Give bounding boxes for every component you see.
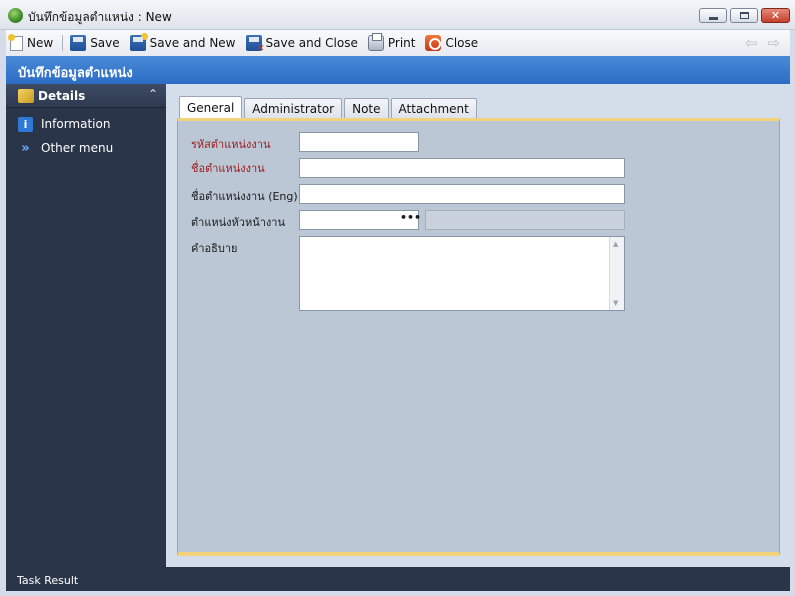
new-document-icon [8,33,23,51]
tab-administrator[interactable]: Administrator [244,98,343,119]
print-button[interactable]: Print [364,32,420,54]
new-button[interactable]: New [6,32,57,54]
page-header: บันทึกข้อมูลตำแหน่ง [6,56,790,84]
tab-general[interactable]: General [179,96,243,119]
window-title: บันทึกข้อมูลตำแหน่ง : New [28,10,172,24]
tab-note[interactable]: Note [344,98,389,119]
task-result-label[interactable]: Task Result [17,574,78,587]
position-name-eng-label: ชื่อตำแหน่งงาน (Eng) [191,190,298,203]
sidebar-section-label: Details [38,88,86,103]
close-button[interactable]: Close [421,32,482,54]
window-close-button[interactable]: ✕ [761,8,790,23]
position-code-label: รหัสตำแหน่งงาน [191,138,271,151]
minimize-button[interactable] [699,8,727,23]
tab-attachment[interactable]: Attachment [390,98,477,119]
save-and-new-button[interactable]: Save and New [126,32,240,54]
scroll-up-icon[interactable]: ▲ [613,240,618,248]
power-close-icon [425,35,442,51]
toolbar: New Save Save and New Save and Close Pri… [6,30,790,56]
record-navigation: ⇦ ⇨ [745,34,780,52]
minimize-icon [708,16,718,20]
save-and-close-button[interactable]: Save and Close [242,32,362,54]
arrow-left-icon[interactable]: ⇦ [745,34,758,52]
new-button-label: New [27,36,54,50]
tab-strip: General Administrator Note Attachment [179,96,479,119]
close-label: Close [445,36,479,50]
print-label: Print [387,36,416,50]
head-position-label: ตำแหน่งหัวหน้างาน [191,216,285,229]
save-new-icon [129,33,148,51]
sidebar: Details ⌃ i Information » Other menu [6,84,166,567]
general-panel: รหัสตำแหน่งงาน ชื่อตำแหน่งงาน ชื่อตำแหน่… [177,118,780,556]
toolbar-separator [62,35,64,51]
sidebar-section-details[interactable]: Details ⌃ [6,84,166,108]
save-and-new-label: Save and New [149,36,236,50]
lookup-ellipsis-button[interactable]: ••• [400,212,421,227]
sidebar-item-label: Information [41,117,111,131]
main-content: General Administrator Note Attachment รห… [166,84,790,567]
sidebar-item-other-menu[interactable]: » Other menu [6,136,166,160]
window-right-border [790,30,795,591]
save-and-close-label: Save and Close [265,36,358,50]
sidebar-item-label: Other menu [41,141,114,155]
status-bar: Task Result [6,567,790,591]
head-position-input[interactable]: ••• [299,210,421,230]
chevrons-down-icon: » [21,140,30,156]
chevrons-up-icon[interactable]: ⌃ [148,87,158,101]
sidebar-item-information[interactable]: i Information [6,112,166,136]
info-icon: i [18,116,33,132]
globe-recycle-icon [8,8,23,23]
save-button[interactable]: Save [66,32,123,54]
maximize-button[interactable] [730,8,758,23]
close-x-icon: ✕ [770,9,781,22]
position-name-input[interactable] [299,158,625,178]
description-textarea[interactable]: ▲ ▼ [299,236,625,311]
save-close-icon [245,35,264,54]
scroll-down-icon[interactable]: ▼ [613,299,618,307]
description-label: คำอธิบาย [191,242,238,255]
window-titlebar: บันทึกข้อมูลตำแหน่ง : New ✕ [0,0,795,30]
description-scrollbar[interactable]: ▲ ▼ [609,237,624,310]
head-position-description [425,210,625,230]
arrow-right-icon[interactable]: ⇨ [767,34,780,52]
maximize-icon [739,12,749,19]
position-code-input[interactable] [299,132,419,152]
window-bottom-border [0,591,795,596]
printer-icon [367,33,384,51]
notepad-icon [18,88,34,103]
position-name-label: ชื่อตำแหน่งงาน [191,162,265,175]
save-icon [70,35,87,51]
save-button-label: Save [90,36,120,50]
page-title: บันทึกข้อมูลตำแหน่ง [18,66,133,81]
position-name-eng-input[interactable] [299,184,625,204]
